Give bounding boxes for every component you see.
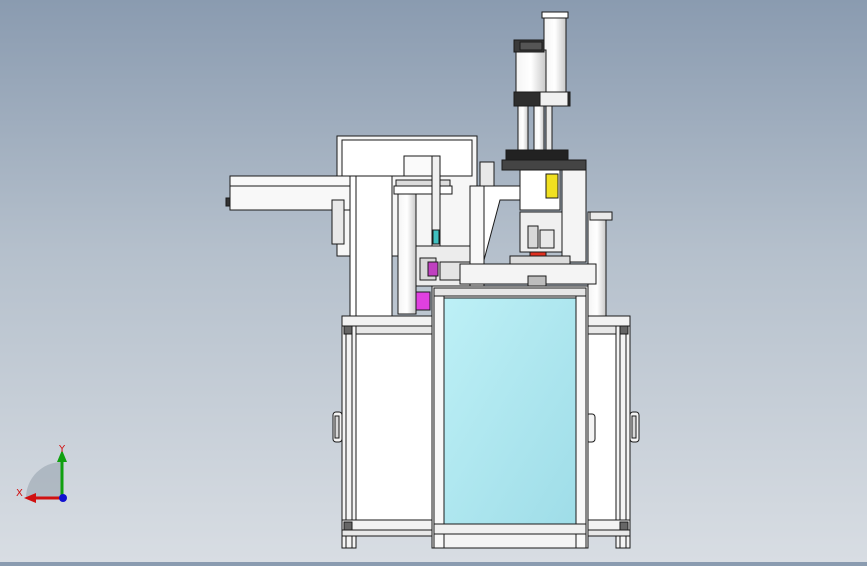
axis-triad: Y X xyxy=(16,444,67,503)
cad-viewport[interactable]: Y X xyxy=(0,0,867,562)
press-cylinder xyxy=(459,11,613,317)
machine-model: Y X xyxy=(16,11,640,549)
glass-door xyxy=(431,285,589,549)
triad-y-label: Y xyxy=(58,444,66,455)
triad-x-label: X xyxy=(16,488,23,499)
